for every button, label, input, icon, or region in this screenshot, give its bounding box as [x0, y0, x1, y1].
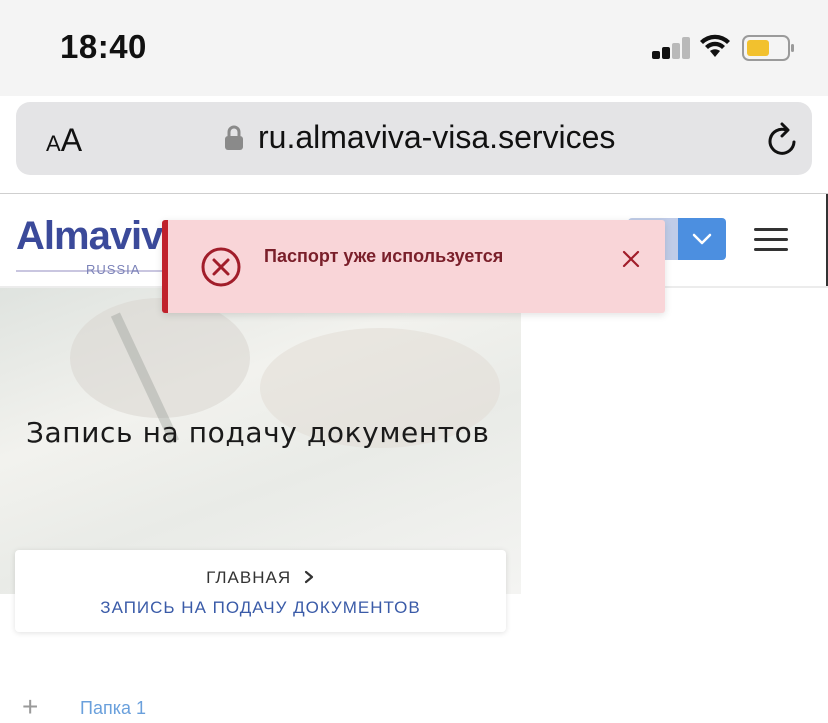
- text-size-button[interactable]: AA: [46, 122, 82, 159]
- chevron-right-icon: [304, 570, 313, 584]
- logo-word: Almaviva: [16, 214, 185, 258]
- folder-label[interactable]: Папка 1: [80, 698, 146, 719]
- battery-icon: [742, 35, 794, 61]
- breadcrumb-home-label: ГЛАВНАЯ: [206, 568, 292, 587]
- error-toast: Паспорт уже используется: [162, 220, 665, 313]
- cellular-signal-icon: [652, 37, 692, 59]
- toast-message: Паспорт уже используется: [264, 246, 504, 266]
- error-circle-icon: [201, 247, 241, 287]
- page-title: Запись на подачу документов: [26, 416, 490, 449]
- menu-icon[interactable]: [754, 228, 788, 252]
- account-dropdown-button[interactable]: [678, 218, 726, 260]
- breadcrumb-home[interactable]: ГЛАВНАЯ: [15, 568, 506, 588]
- url-text[interactable]: ru.almaviva-visa.services: [258, 119, 615, 156]
- site-logo[interactable]: Almaviva RUSSIA: [16, 214, 216, 277]
- wifi-icon: [700, 34, 730, 57]
- hero-banner: Запись на подачу документов: [0, 288, 521, 594]
- logo-subtitle: RUSSIA: [86, 262, 141, 277]
- address-bar[interactable]: AA ru.almaviva-visa.services: [16, 102, 812, 175]
- status-time: 18:40: [60, 28, 147, 65]
- lock-icon: [225, 125, 243, 150]
- chevron-down-icon: [692, 233, 712, 245]
- breadcrumb-current: ЗАПИСЬ НА ПОДАЧУ ДОКУМЕНТОВ: [100, 598, 421, 617]
- plus-icon[interactable]: +: [22, 693, 38, 721]
- close-icon[interactable]: [620, 248, 642, 270]
- reload-icon[interactable]: [766, 120, 802, 158]
- breadcrumb: ГЛАВНАЯ ЗАПИСЬ НА ПОДАЧУ ДОКУМЕНТОВ: [15, 550, 506, 632]
- status-bar: 18:40: [0, 0, 828, 96]
